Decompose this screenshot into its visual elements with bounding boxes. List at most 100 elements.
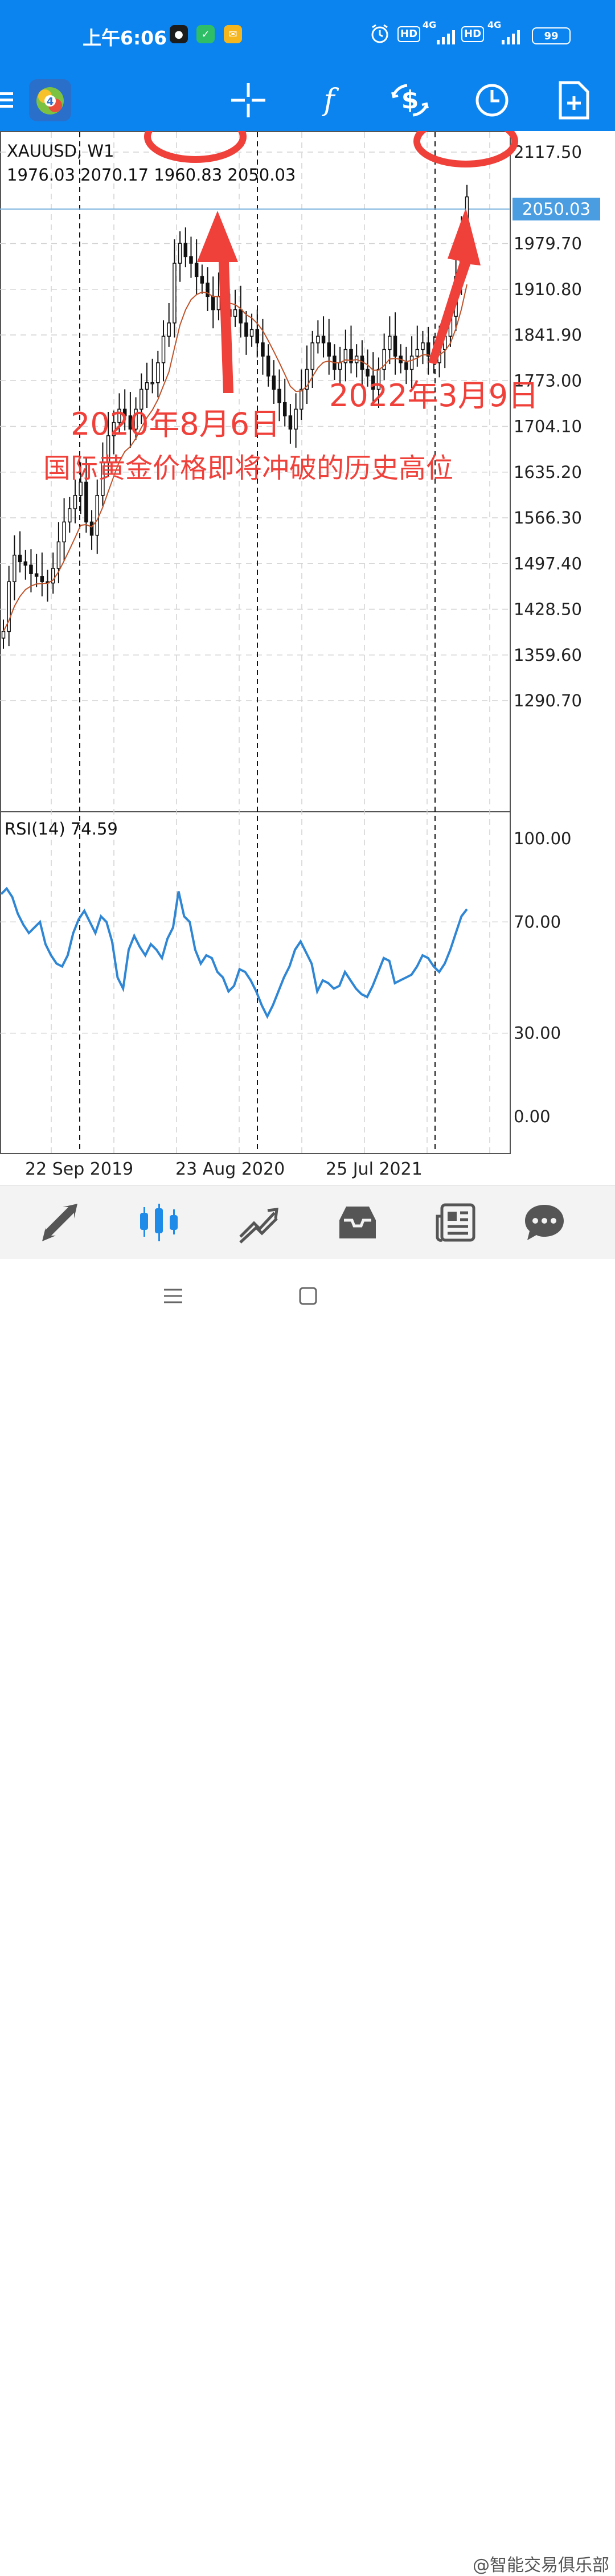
candle-body (40, 576, 44, 582)
crosshair-icon[interactable] (224, 76, 272, 124)
candle-body (261, 342, 265, 357)
status-bar: 上午6:06 ● ✓ ✉ HD 4G HD 4G 99 (0, 0, 615, 69)
price-tick-label: 1910.80 (514, 280, 582, 299)
price-tick-label: 1290.70 (514, 691, 582, 710)
trade-icon[interactable]: $ (386, 76, 434, 124)
chart-header: XAUUSD, W1 1976.03 2070.17 1960.83 2050.… (7, 141, 296, 185)
annotation-caption: 国际黄金价格即将冲破的历史高位 (43, 452, 454, 484)
candle-body (426, 342, 430, 357)
news-icon[interactable] (430, 1198, 481, 1248)
candle-body (156, 362, 160, 383)
home-icon[interactable] (298, 1286, 318, 1308)
signal-icon-2 (501, 30, 522, 51)
bottom-nav (0, 1185, 615, 1260)
candle-body (1, 631, 6, 639)
price-tick-label: 1841.90 (514, 325, 582, 345)
svg-text:4: 4 (47, 96, 54, 108)
annotation-date-2022: 2022年3月9日 (329, 378, 539, 414)
messages-icon[interactable] (519, 1198, 569, 1248)
network-type-2: 4G (487, 19, 502, 30)
candle-body (327, 342, 331, 357)
date-label: 25 Jul 2021 (326, 1159, 423, 1179)
candle-body (173, 263, 177, 324)
battery-level: 99 (544, 30, 559, 42)
svg-text:$: $ (401, 85, 419, 115)
candle-body (56, 541, 61, 569)
candle-body (216, 296, 221, 310)
price-tick-label: 2117.50 (514, 142, 582, 162)
chart-ohlc: 1976.03 2070.17 1960.83 2050.03 (7, 165, 296, 185)
notification-icon: ● (170, 25, 188, 43)
candle-body (294, 408, 298, 430)
network-type-1: 4G (423, 19, 437, 30)
alarm-icon (369, 23, 391, 44)
candle-body (95, 494, 99, 536)
rsi-label: RSI(14) 74.59 (5, 819, 118, 839)
mt4-app-icon[interactable]: 4 (26, 76, 74, 124)
candle-body (393, 336, 397, 357)
candle-body (266, 355, 270, 377)
annotation-date-2020: 2020年8月6日 (71, 406, 281, 442)
price-tick-label: 1979.70 (514, 234, 582, 253)
candle-body (189, 256, 193, 264)
price-tick-label: 1704.10 (514, 417, 582, 436)
quotes-icon[interactable] (36, 1198, 87, 1248)
battery-icon: 99 (532, 27, 571, 44)
candle-body (23, 561, 28, 566)
candle-body (29, 565, 33, 574)
candle-body (34, 573, 39, 577)
candle-body (145, 382, 149, 390)
candle-body (272, 375, 276, 390)
status-time: 上午6:06 (83, 27, 167, 49)
candle-body (310, 342, 314, 370)
candle-body (73, 494, 77, 509)
candle-body (13, 554, 17, 582)
hd-badge-2: HD (461, 26, 485, 42)
candle-body (84, 481, 88, 523)
highlight-circle-2022 (413, 131, 518, 167)
candle-body (239, 309, 243, 324)
candle-body (316, 336, 320, 344)
menu-icon[interactable] (0, 76, 23, 124)
grid-lines (0, 132, 510, 1153)
add-object-icon[interactable] (550, 76, 598, 124)
candle-body (409, 355, 414, 370)
price-tick-label: 1359.60 (514, 645, 582, 665)
price-axis: 2117.501979.701910.801841.901773.001704.… (514, 142, 582, 710)
candle-body (404, 362, 408, 370)
candle-body (194, 263, 199, 277)
trade-nav-icon[interactable] (233, 1198, 284, 1248)
rsi-tick-label: 0.00 (514, 1107, 551, 1126)
candle-body (233, 309, 237, 317)
system-nav: @智能交易俱乐部 (0, 1259, 615, 2575)
candle-body (244, 322, 248, 337)
candle-body (200, 276, 204, 284)
candle-body (89, 521, 94, 536)
candle-body (288, 415, 293, 430)
history-icon[interactable] (333, 1198, 383, 1248)
recents-icon[interactable] (163, 1287, 183, 1307)
candle-body (388, 336, 392, 350)
rsi-tick-label: 100.00 (514, 829, 571, 848)
candle-body (62, 521, 66, 543)
rsi-axis: 100.00 70.00 30.00 0.00 (514, 829, 571, 1126)
signal-icon-1 (436, 30, 457, 51)
app-toolbar: 4 f $ (0, 69, 615, 131)
arrow-2022-head (428, 208, 481, 365)
timeframe-icon[interactable] (468, 76, 516, 124)
price-tick-label: 1566.30 (514, 508, 582, 528)
chart-area[interactable]: 2117.50 1979.70 1910.80 1841.90 1773.00 1704.… (0, 131, 615, 1185)
candle-body (7, 581, 11, 632)
chart-icon[interactable] (134, 1198, 184, 1248)
candle-body (300, 389, 304, 410)
date-axis: 22 Sep 2019 23 Aug 2020 25 Jul 2021 (25, 1159, 423, 1179)
candle-body (415, 349, 420, 357)
candle-body (255, 329, 260, 344)
indicators-glyph: f (323, 83, 335, 117)
candle-body (183, 243, 188, 257)
indicators-icon[interactable]: f (305, 76, 353, 124)
candle-body (18, 554, 22, 562)
candle-body (178, 243, 182, 264)
chart-canvas[interactable]: 2117.501979.701910.801841.901773.001704.… (0, 131, 615, 1185)
candle-body (167, 322, 171, 337)
